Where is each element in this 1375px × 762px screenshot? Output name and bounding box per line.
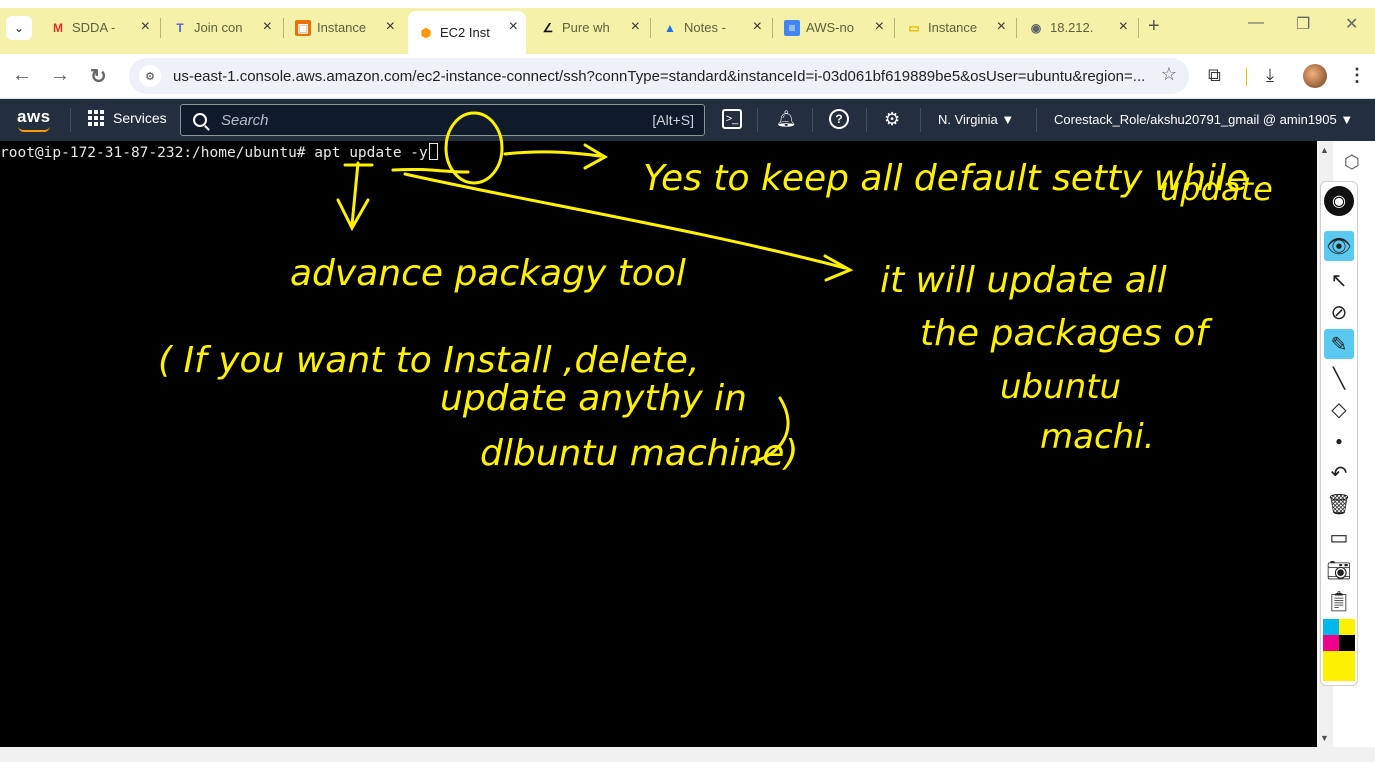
line-icon[interactable]: ╲ (1324, 363, 1354, 393)
slides-icon: ▭ (908, 20, 920, 35)
tab-title: AWS-no (806, 20, 854, 35)
url-text: us-east-1.console.aws.amazon.com/ec2-ins… (173, 67, 1146, 85)
services-menu-button[interactable]: Services (88, 110, 167, 126)
download-icon[interactable]: ⤓ (1266, 65, 1274, 86)
aws-console-header: aws Services Search [Alt+S] >_ 🔔︎ ? ⚙ N.… (0, 99, 1375, 141)
browser-tab[interactable]: ◉ 18.212. × (1018, 11, 1136, 44)
scroll-down-icon[interactable]: ▼ (1320, 733, 1329, 743)
scroll-up-icon[interactable]: ▲ (1320, 145, 1329, 155)
bookmark-star-icon[interactable]: ☆ (1161, 64, 1177, 85)
close-icon[interactable]: × (997, 18, 1006, 36)
site-info-icon[interactable]: ⚙ (139, 65, 161, 87)
browser-tab[interactable]: ≡ AWS-no × (774, 11, 892, 44)
browser-toolbar: ← → ↻ ⚙ us-east-1.console.aws.amazon.com… (0, 54, 1375, 99)
annotation-toolbar: ◉ 👁︎ ↖ ⊘ ✎ ╲ ◇ ● ↶ 🗑︎ ▭ 📷︎ 📋︎ (1320, 181, 1358, 686)
current-color-swatch[interactable] (1323, 651, 1355, 681)
bell-icon[interactable]: 🔔︎ (776, 109, 796, 129)
window-top-edge (0, 0, 1375, 8)
browser-tab[interactable]: T Join con × (162, 11, 280, 44)
tab-title: 18.212. (1050, 20, 1094, 35)
eraser-icon[interactable]: ◇ (1324, 394, 1354, 424)
eye-icon[interactable]: 👁︎ (1324, 231, 1354, 261)
back-icon[interactable]: ← (12, 64, 32, 87)
aws-logo[interactable]: aws (17, 107, 51, 127)
window-close-icon[interactable]: ✕ (1345, 14, 1358, 34)
close-icon[interactable]: × (875, 18, 884, 36)
close-icon[interactable]: × (1119, 18, 1128, 36)
tab-strip: ⌄ M SDDA - × T Join con × ▣ Instance × ⬢… (0, 0, 1375, 54)
ec2-icon: ⬢ (420, 25, 432, 40)
color-swatch-magenta[interactable] (1323, 635, 1339, 651)
tab-search-button[interactable]: ⌄ (6, 16, 32, 40)
grid-icon (88, 110, 104, 126)
whiteboard-icon[interactable]: ▭ (1324, 522, 1354, 552)
close-icon[interactable]: × (263, 18, 272, 36)
minimize-icon[interactable]: — (1248, 14, 1264, 32)
extensions-icon[interactable]: ⧉ (1208, 65, 1221, 86)
account-menu[interactable]: Corestack_Role/akshu20791_gmail @ amin19… (1054, 112, 1353, 127)
annotation-app-logo-icon[interactable]: ◉ (1324, 186, 1354, 216)
clipboard-icon[interactable]: 📋︎ (1324, 586, 1354, 616)
aws-smile-logo (18, 126, 50, 132)
terminal-line: root@ip-172-31-87-232:/home/ubuntu# apt … (0, 143, 438, 161)
search-icon (193, 113, 207, 127)
region-selector[interactable]: N. Virginia ▼ (938, 112, 1014, 127)
cloudshell-icon[interactable]: >_ (722, 109, 742, 129)
terminal-prompt: root@ip-172-31-87-232:/home/ubuntu# (0, 145, 315, 161)
new-tab-button[interactable]: + (1148, 15, 1160, 38)
gmail-icon: M (53, 20, 63, 35)
search-shortcut: [Alt+S] (652, 112, 694, 128)
help-icon[interactable]: ? (829, 109, 849, 129)
tab-title: Pure wh (562, 20, 610, 35)
close-icon[interactable]: × (386, 18, 395, 36)
linear-icon: ∠ (542, 20, 554, 35)
terminal-cursor (428, 143, 438, 160)
browser-tab[interactable]: M SDDA - × (40, 11, 158, 44)
bottom-strip (0, 747, 1375, 762)
browser-tab[interactable]: ▭ Instance × (896, 11, 1014, 44)
tab-title: Join con (194, 20, 243, 35)
browser-tab-active[interactable]: ⬢ EC2 Inst × (408, 11, 526, 54)
pen-icon[interactable]: ✎ (1324, 329, 1354, 359)
avatar[interactable] (1303, 64, 1327, 88)
address-bar[interactable]: ⚙ us-east-1.console.aws.amazon.com/ec2-i… (129, 58, 1189, 94)
tab-title: Notes - (684, 20, 726, 35)
drive-icon: ▲ (664, 20, 676, 35)
forward-icon[interactable]: → (50, 64, 70, 87)
globe-icon: ◉ (1030, 20, 1042, 35)
browser-menu-icon[interactable]: ⋮ (1348, 65, 1366, 86)
browser-tab[interactable]: ∠ Pure wh × (530, 11, 648, 44)
tab-title: Instance (317, 20, 367, 35)
close-icon[interactable]: × (753, 18, 762, 36)
trash-icon[interactable]: 🗑︎ (1324, 489, 1354, 519)
reload-icon[interactable]: ↻ (90, 64, 107, 89)
color-swatch-black[interactable] (1339, 635, 1355, 651)
close-icon[interactable]: × (141, 18, 150, 36)
search-placeholder: Search (221, 111, 269, 129)
tab-title: EC2 Inst (440, 25, 490, 40)
services-label: Services (113, 110, 167, 126)
pin-icon[interactable]: ⬡ (1344, 152, 1360, 173)
close-icon[interactable]: × (631, 18, 640, 36)
tab-title: SDDA - (72, 20, 116, 35)
terminal-window[interactable]: root@ip-172-31-87-232:/home/ubuntu# apt … (0, 141, 1317, 747)
dot-size-icon[interactable]: ● (1324, 426, 1354, 456)
docs-icon: ≡ (784, 19, 800, 36)
teams-icon: T (176, 20, 184, 35)
restore-icon[interactable]: ❐ (1296, 14, 1310, 34)
close-icon[interactable]: × (509, 18, 518, 36)
terminal-command: apt update -y (314, 145, 428, 161)
browser-tab[interactable]: ▲ Notes - × (652, 11, 770, 44)
pointer-icon[interactable]: ↖ (1324, 265, 1354, 295)
aws-search-input[interactable]: Search [Alt+S] (180, 104, 705, 136)
cursor-hide-icon[interactable]: ⊘ (1324, 297, 1354, 327)
color-swatch-yellow[interactable] (1339, 619, 1355, 635)
color-swatch-cyan[interactable] (1323, 619, 1339, 635)
camera-icon[interactable]: 📷︎ (1324, 555, 1354, 585)
browser-tab[interactable]: ▣ Instance × (285, 11, 403, 44)
undo-icon[interactable]: ↶ (1324, 458, 1354, 488)
tab-title: Instance (928, 20, 978, 35)
gear-icon[interactable]: ⚙ (884, 109, 900, 130)
aws-orange-icon: ▣ (295, 19, 311, 36)
